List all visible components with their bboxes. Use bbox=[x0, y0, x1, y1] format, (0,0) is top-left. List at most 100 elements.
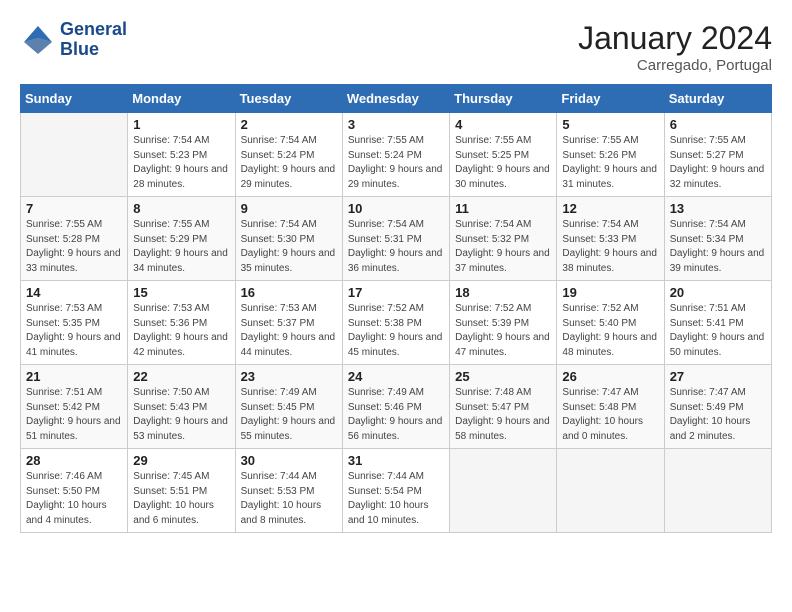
weekday-header-cell: Wednesday bbox=[342, 85, 449, 113]
calendar-day-cell: 29Sunrise: 7:45 AMSunset: 5:51 PMDayligh… bbox=[128, 449, 235, 533]
weekday-header-cell: Thursday bbox=[450, 85, 557, 113]
calendar-day-cell: 7 Sunrise: 7:55 AMSunset: 5:28 PMDaylight… bbox=[21, 197, 128, 281]
day-number: 31 bbox=[348, 453, 444, 468]
day-info: Sunrise: 7:53 AMSunset: 5:37 PMDaylight:… bbox=[241, 302, 337, 360]
day-number: 11 bbox=[455, 201, 551, 216]
day-info: Sunrise: 7:51 AMSunset: 5:42 PMDaylight:… bbox=[26, 386, 122, 444]
day-info: Sunrise: 7:52 AMSunset: 5:39 PMDaylight:… bbox=[455, 302, 551, 360]
day-number: 30 bbox=[241, 453, 337, 468]
calendar-day-cell bbox=[450, 449, 557, 533]
calendar-day-cell: 17Sunrise: 7:52 AMSunset: 5:38 PMDayligh… bbox=[342, 281, 449, 365]
calendar-week-row: 14 Sunrise: 7:53 AMSunset: 5:35 PMDayligh… bbox=[21, 281, 772, 365]
title-block: January 2024 Carregado, Portugal bbox=[578, 20, 772, 74]
day-number: 7 bbox=[26, 201, 122, 216]
day-number: 25 bbox=[455, 369, 551, 384]
calendar-day-cell: 8 Sunrise: 7:55 AMSunset: 5:29 PMDaylight… bbox=[128, 197, 235, 281]
day-info: Sunrise: 7:55 AMSunset: 5:28 PMDaylight:… bbox=[26, 218, 122, 276]
calendar-day-cell: 22Sunrise: 7:50 AMSunset: 5:43 PMDayligh… bbox=[128, 365, 235, 449]
weekday-header-cell: Saturday bbox=[664, 85, 771, 113]
day-info: Sunrise: 7:54 AMSunset: 5:31 PMDaylight:… bbox=[348, 218, 444, 276]
day-info: Sunrise: 7:55 AMSunset: 5:26 PMDaylight:… bbox=[562, 134, 658, 192]
calendar-day-cell: 12 Sunrise: 7:54 AMSunset: 5:33 PMDayligh… bbox=[557, 197, 664, 281]
day-info: Sunrise: 7:53 AMSunset: 5:35 PMDaylight:… bbox=[26, 302, 122, 360]
day-number: 20 bbox=[670, 285, 766, 300]
day-info: Sunrise: 7:45 AMSunset: 5:51 PMDaylight:… bbox=[133, 470, 229, 528]
day-number: 21 bbox=[26, 369, 122, 384]
day-info: Sunrise: 7:54 AMSunset: 5:33 PMDaylight:… bbox=[562, 218, 658, 276]
day-info: Sunrise: 7:55 AMSunset: 5:27 PMDaylight:… bbox=[670, 134, 766, 192]
weekday-header-cell: Friday bbox=[557, 85, 664, 113]
day-info: Sunrise: 7:49 AMSunset: 5:45 PMDaylight:… bbox=[241, 386, 337, 444]
calendar-day-cell: 14 Sunrise: 7:53 AMSunset: 5:35 PMDayligh… bbox=[21, 281, 128, 365]
calendar-day-cell: 24 Sunrise: 7:49 AMSunset: 5:46 PMDayligh… bbox=[342, 365, 449, 449]
calendar-week-row: 21 Sunrise: 7:51 AMSunset: 5:42 PMDayligh… bbox=[21, 365, 772, 449]
day-number: 16 bbox=[241, 285, 337, 300]
day-info: Sunrise: 7:47 AMSunset: 5:49 PMDaylight:… bbox=[670, 386, 766, 444]
location: Carregado, Portugal bbox=[578, 57, 772, 74]
calendar-day-cell: 1Sunrise: 7:54 AMSunset: 5:23 PMDaylight… bbox=[128, 113, 235, 197]
month-title: January 2024 bbox=[578, 20, 772, 57]
calendar-week-row: 28Sunrise: 7:46 AMSunset: 5:50 PMDayligh… bbox=[21, 449, 772, 533]
day-number: 6 bbox=[670, 117, 766, 132]
day-info: Sunrise: 7:54 AMSunset: 5:24 PMDaylight:… bbox=[241, 134, 337, 192]
day-number: 2 bbox=[241, 117, 337, 132]
calendar-day-cell: 13 Sunrise: 7:54 AMSunset: 5:34 PMDayligh… bbox=[664, 197, 771, 281]
calendar-day-cell: 6 Sunrise: 7:55 AMSunset: 5:27 PMDaylight… bbox=[664, 113, 771, 197]
calendar-day-cell: 28Sunrise: 7:46 AMSunset: 5:50 PMDayligh… bbox=[21, 449, 128, 533]
calendar-day-cell: 5 Sunrise: 7:55 AMSunset: 5:26 PMDaylight… bbox=[557, 113, 664, 197]
day-number: 5 bbox=[562, 117, 658, 132]
day-info: Sunrise: 7:51 AMSunset: 5:41 PMDaylight:… bbox=[670, 302, 766, 360]
calendar-day-cell: 26 Sunrise: 7:47 AMSunset: 5:48 PMDayligh… bbox=[557, 365, 664, 449]
day-number: 4 bbox=[455, 117, 551, 132]
day-number: 15 bbox=[133, 285, 229, 300]
day-number: 17 bbox=[348, 285, 444, 300]
day-info: Sunrise: 7:55 AMSunset: 5:29 PMDaylight:… bbox=[133, 218, 229, 276]
calendar-day-cell: 3Sunrise: 7:55 AMSunset: 5:24 PMDaylight… bbox=[342, 113, 449, 197]
day-info: Sunrise: 7:53 AMSunset: 5:36 PMDaylight:… bbox=[133, 302, 229, 360]
calendar-day-cell: 21 Sunrise: 7:51 AMSunset: 5:42 PMDayligh… bbox=[21, 365, 128, 449]
day-info: Sunrise: 7:47 AMSunset: 5:48 PMDaylight:… bbox=[562, 386, 658, 444]
calendar-day-cell: 20 Sunrise: 7:51 AMSunset: 5:41 PMDayligh… bbox=[664, 281, 771, 365]
calendar-day-cell bbox=[21, 113, 128, 197]
day-info: Sunrise: 7:55 AMSunset: 5:25 PMDaylight:… bbox=[455, 134, 551, 192]
day-number: 19 bbox=[562, 285, 658, 300]
calendar-week-row: 1Sunrise: 7:54 AMSunset: 5:23 PMDaylight… bbox=[21, 113, 772, 197]
calendar-day-cell: 19 Sunrise: 7:52 AMSunset: 5:40 PMDayligh… bbox=[557, 281, 664, 365]
day-info: Sunrise: 7:49 AMSunset: 5:46 PMDaylight:… bbox=[348, 386, 444, 444]
day-number: 14 bbox=[26, 285, 122, 300]
logo-text: General Blue bbox=[60, 20, 127, 60]
logo: General Blue bbox=[20, 20, 127, 60]
calendar-day-cell: 18 Sunrise: 7:52 AMSunset: 5:39 PMDayligh… bbox=[450, 281, 557, 365]
day-number: 23 bbox=[241, 369, 337, 384]
calendar-day-cell: 16 Sunrise: 7:53 AMSunset: 5:37 PMDayligh… bbox=[235, 281, 342, 365]
calendar-day-cell: 11 Sunrise: 7:54 AMSunset: 5:32 PMDayligh… bbox=[450, 197, 557, 281]
day-number: 18 bbox=[455, 285, 551, 300]
calendar-day-cell: 2 Sunrise: 7:54 AMSunset: 5:24 PMDaylight… bbox=[235, 113, 342, 197]
day-info: Sunrise: 7:44 AMSunset: 5:53 PMDaylight:… bbox=[241, 470, 337, 528]
calendar-day-cell: 30 Sunrise: 7:44 AMSunset: 5:53 PMDayligh… bbox=[235, 449, 342, 533]
day-info: Sunrise: 7:46 AMSunset: 5:50 PMDaylight:… bbox=[26, 470, 122, 528]
calendar-day-cell: 23 Sunrise: 7:49 AMSunset: 5:45 PMDayligh… bbox=[235, 365, 342, 449]
day-info: Sunrise: 7:54 AMSunset: 5:32 PMDaylight:… bbox=[455, 218, 551, 276]
calendar-day-cell: 25Sunrise: 7:48 AMSunset: 5:47 PMDayligh… bbox=[450, 365, 557, 449]
day-number: 13 bbox=[670, 201, 766, 216]
day-number: 10 bbox=[348, 201, 444, 216]
calendar-table: SundayMondayTuesdayWednesdayThursdayFrid… bbox=[20, 84, 772, 533]
weekday-header-row: SundayMondayTuesdayWednesdayThursdayFrid… bbox=[21, 85, 772, 113]
day-number: 26 bbox=[562, 369, 658, 384]
day-info: Sunrise: 7:54 AMSunset: 5:34 PMDaylight:… bbox=[670, 218, 766, 276]
day-info: Sunrise: 7:54 AMSunset: 5:30 PMDaylight:… bbox=[241, 218, 337, 276]
calendar-day-cell bbox=[557, 449, 664, 533]
day-number: 24 bbox=[348, 369, 444, 384]
day-info: Sunrise: 7:55 AMSunset: 5:24 PMDaylight:… bbox=[348, 134, 444, 192]
day-number: 12 bbox=[562, 201, 658, 216]
day-info: Sunrise: 7:44 AMSunset: 5:54 PMDaylight:… bbox=[348, 470, 444, 528]
calendar-day-cell: 9 Sunrise: 7:54 AMSunset: 5:30 PMDaylight… bbox=[235, 197, 342, 281]
page-header: General Blue January 2024 Carregado, Por… bbox=[20, 20, 772, 74]
day-info: Sunrise: 7:52 AMSunset: 5:40 PMDaylight:… bbox=[562, 302, 658, 360]
weekday-header-cell: Sunday bbox=[21, 85, 128, 113]
day-number: 8 bbox=[133, 201, 229, 216]
day-number: 9 bbox=[241, 201, 337, 216]
logo-icon bbox=[20, 22, 56, 58]
calendar-day-cell: 31 Sunrise: 7:44 AMSunset: 5:54 PMDayligh… bbox=[342, 449, 449, 533]
